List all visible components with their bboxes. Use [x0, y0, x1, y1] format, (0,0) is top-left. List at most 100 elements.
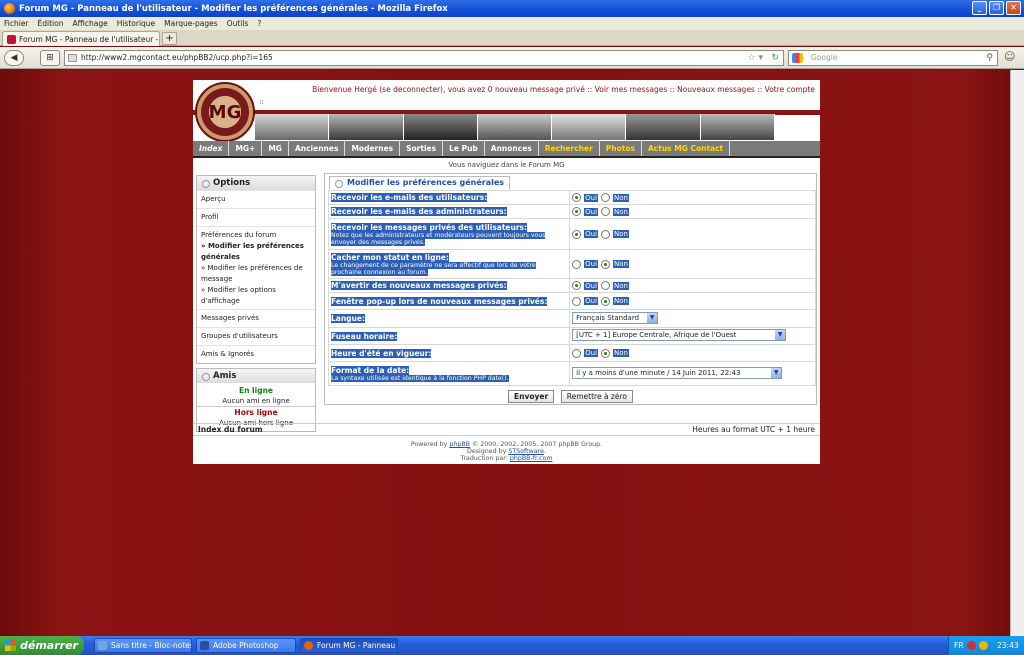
dst-yes-radio[interactable] — [572, 348, 582, 358]
sidebar-prefs-title[interactable]: Préférences du forum — [201, 230, 311, 241]
nav-tab-index[interactable]: Index — [193, 141, 230, 156]
sidebar-prefs-group: Préférences du forum » Modifier les préf… — [197, 226, 315, 309]
mg-logo[interactable]: MG — [195, 82, 255, 142]
page-scrollbar[interactable] — [1010, 70, 1024, 636]
sidebar-item-profil[interactable]: Profil — [197, 208, 315, 226]
menu-outils[interactable]: Outils — [227, 19, 249, 28]
no-radio[interactable] — [601, 281, 611, 290]
no-radio[interactable] — [601, 207, 611, 216]
dst-yes-label: Oui — [584, 349, 599, 357]
reset-button[interactable]: Remettre à zéro — [560, 390, 633, 403]
yes-radio[interactable] — [572, 207, 582, 216]
task-photoshop[interactable]: Adobe Photoshop — [196, 638, 296, 653]
yes-radio[interactable] — [572, 259, 582, 269]
url-bar[interactable]: http://www2.mgcontact.eu/phpBB2/ucp.php?… — [64, 50, 784, 66]
sidebar-item-groupes[interactable]: Groupes d'utilisateurs — [197, 327, 315, 345]
start-button[interactable]: démarrer — [0, 636, 84, 655]
no-radio[interactable] — [601, 259, 611, 269]
nav-tab-actus[interactable]: Actus MG Contact — [642, 141, 731, 156]
sidebar-item-prefs-message[interactable]: » Modifier les préférences de message — [201, 263, 311, 285]
sidebar-item-amis-ignores[interactable]: Amis & Ignorés — [197, 345, 315, 363]
row-langue: Langue: Français Standard ▼ — [327, 309, 816, 328]
langue-select[interactable]: Français Standard ▼ — [572, 311, 659, 324]
menu-historique[interactable]: Historique — [117, 19, 155, 28]
date-format-select[interactable]: il y a moins d'une minute / 14 Juin 2011… — [572, 366, 783, 379]
sidebar-item-prefs-generales[interactable]: » Modifier les préférences générales — [201, 241, 311, 263]
row-dst: Heure d'été en vigueur: Oui Non — [327, 344, 816, 362]
online-none: Aucun ami en ligne — [197, 396, 315, 407]
pref-row: M'avertir des nouveaux messages privés: O… — [327, 278, 816, 293]
firefox-task-icon — [304, 641, 313, 650]
reload-icon[interactable]: ↻ — [771, 51, 779, 65]
pref-label: Recevoir les e-mails des administrateurs… — [331, 207, 507, 216]
back-button[interactable]: ◀ — [4, 50, 24, 66]
search-icon[interactable]: ⚲ — [986, 51, 993, 65]
pref-row: Recevoir les e-mails des utilisateurs: Ou… — [327, 190, 816, 205]
search-input[interactable]: Google ⚲ — [788, 50, 998, 66]
menu-affichage[interactable]: Affichage — [72, 19, 107, 28]
notepad-icon — [98, 641, 107, 650]
footer-index-link[interactable]: Index du forum — [198, 424, 263, 436]
tray-icon[interactable] — [967, 641, 976, 650]
fuseau-select[interactable]: [UTC + 1] Europe Centrale, Afrique de l'… — [572, 329, 787, 341]
sidebar-item-messages[interactable]: Messages privés — [197, 309, 315, 327]
welcome-links[interactable]: Bienvenue Hergé (se deconnecter), vous a… — [305, 85, 815, 94]
close-button[interactable]: ✕ — [1006, 1, 1021, 15]
greasemonkey-icon[interactable]: ☺ — [1004, 50, 1015, 63]
no-radio[interactable] — [601, 193, 611, 202]
task-firefox[interactable]: Forum MG - Panneau ... — [300, 638, 398, 653]
fuseau-label: Fuseau horaire: — [331, 331, 398, 341]
no-radio[interactable] — [601, 296, 611, 306]
nav-tab-le-pub[interactable]: Le Pub — [443, 141, 485, 156]
pref-radios: Oui Non — [572, 229, 813, 239]
sidebar-item-options-affichage[interactable]: » Modifier les options d'affichage — [201, 285, 311, 307]
window-title: Forum MG - Panneau de l'utilisateur - Mo… — [19, 3, 448, 14]
browsing-location: Vous naviguez dans le Forum MG — [448, 161, 565, 169]
nav-tab-modernes[interactable]: Modernes — [345, 141, 401, 156]
designer-link[interactable]: STSoftware — [508, 448, 544, 455]
task-notepad[interactable]: Sans titre - Bloc-notes — [94, 638, 192, 653]
yes-radio[interactable] — [572, 281, 582, 290]
nav-tab-rechercher[interactable]: Rechercher — [539, 141, 600, 156]
nav-tab-photos[interactable]: Photos — [600, 141, 642, 156]
nav-tab-annonces[interactable]: Annonces — [485, 141, 539, 156]
pref-label: Recevoir les e-mails des utilisateurs: — [331, 193, 488, 202]
language-indicator[interactable]: FR — [954, 636, 964, 655]
phpbb-link[interactable]: phpBB — [449, 441, 470, 448]
pref-row: Recevoir les messages privés des utilisa… — [327, 218, 816, 250]
tray-icon[interactable] — [979, 641, 988, 650]
powered-by: Powered by phpBB © 2000, 2002, 2005, 200… — [193, 441, 820, 462]
dst-no-radio[interactable] — [601, 348, 611, 358]
translator-link[interactable]: phpBB-fr.com — [510, 455, 553, 462]
submit-button[interactable]: Envoyer — [508, 390, 555, 403]
pref-row: Cacher mon statut en ligne: Le changement… — [327, 249, 816, 279]
yes-radio[interactable] — [572, 193, 582, 202]
bookmark-star-icon[interactable]: ☆ ▾ — [748, 51, 763, 65]
langue-value: Français Standard — [576, 313, 640, 322]
no-radio[interactable] — [601, 229, 611, 239]
page-info-button[interactable]: ⊞ — [40, 50, 60, 66]
sidebar-item-apercu[interactable]: Aperçu — [197, 190, 315, 208]
yes-radio[interactable] — [572, 296, 582, 306]
menu-edition[interactable]: Édition — [38, 19, 64, 28]
menu-fichier[interactable]: Fichier — [4, 19, 29, 28]
yes-radio[interactable] — [572, 229, 582, 239]
dropdown-arrow-icon: ▼ — [647, 312, 658, 323]
menu-marque-pages[interactable]: Marque-pages — [164, 19, 218, 28]
footer-timezone: Heures au format UTC + 1 heure — [692, 425, 815, 434]
date-note: La syntaxe utilisée est identique à la f… — [331, 374, 509, 382]
nav-tab-mg-plus[interactable]: MG+ — [229, 141, 263, 156]
nav-tab-mg[interactable]: MG — [262, 141, 289, 156]
nav-tab-anciennes[interactable]: Anciennes — [289, 141, 346, 156]
nav-tab-sorties[interactable]: Sorties — [400, 141, 444, 156]
no-label: Non — [613, 230, 629, 238]
yes-label: Oui — [584, 230, 599, 238]
pref-row: Recevoir les e-mails des administrateurs… — [327, 204, 816, 219]
menu-help[interactable]: ? — [257, 19, 261, 28]
browser-tab[interactable]: Forum MG - Panneau de l'utilisateur - Mo… — [2, 31, 160, 46]
minimize-button[interactable]: _ — [972, 1, 987, 15]
car-photo — [403, 114, 478, 140]
new-tab-button[interactable]: + — [162, 32, 177, 45]
maximize-button[interactable]: ❐ — [989, 1, 1004, 15]
date-format-value: il y a moins d'une minute / 14 Juin 2011… — [576, 368, 741, 377]
